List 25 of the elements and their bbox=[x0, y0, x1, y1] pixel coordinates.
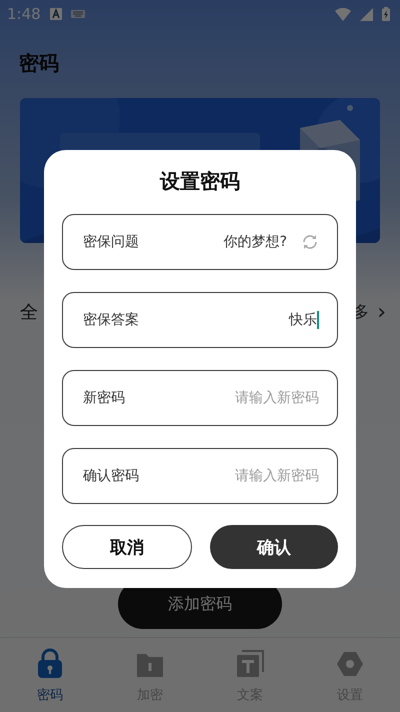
status-time: 1:48 bbox=[7, 5, 41, 23]
chevron-icon: › bbox=[377, 300, 386, 324]
refresh-icon bbox=[301, 233, 319, 251]
confirm-button[interactable]: 确认 bbox=[210, 525, 338, 569]
section-label: 全 bbox=[20, 301, 38, 324]
settings-icon bbox=[336, 650, 364, 678]
dialog-title: 设置密码 bbox=[158, 168, 241, 194]
notification-icon bbox=[50, 8, 62, 20]
input-field[interactable]: 请输入新密码 bbox=[147, 468, 319, 484]
folder-icon bbox=[136, 652, 164, 678]
question-select[interactable]: 密保问题 你的梦想? bbox=[62, 214, 338, 270]
page-title: 密码 bbox=[19, 50, 60, 77]
text-document-icon bbox=[236, 650, 264, 678]
signal-icon bbox=[360, 8, 373, 20]
cancel-button[interactable]: 取消 bbox=[62, 525, 192, 569]
battery-icon bbox=[382, 7, 390, 21]
wifi-icon bbox=[335, 8, 351, 20]
field-label: 确认密码 bbox=[83, 467, 139, 485]
input-field[interactable]: 请输入新密码 bbox=[133, 390, 319, 406]
lock-icon bbox=[37, 648, 63, 678]
field-label: 新密码 bbox=[83, 389, 125, 407]
input-field[interactable]: 快乐 bbox=[147, 312, 317, 328]
field-label: 密保答案 bbox=[83, 311, 139, 329]
keyboard-icon bbox=[70, 10, 85, 18]
nav-tab[interactable]: 密码 bbox=[0, 638, 100, 712]
